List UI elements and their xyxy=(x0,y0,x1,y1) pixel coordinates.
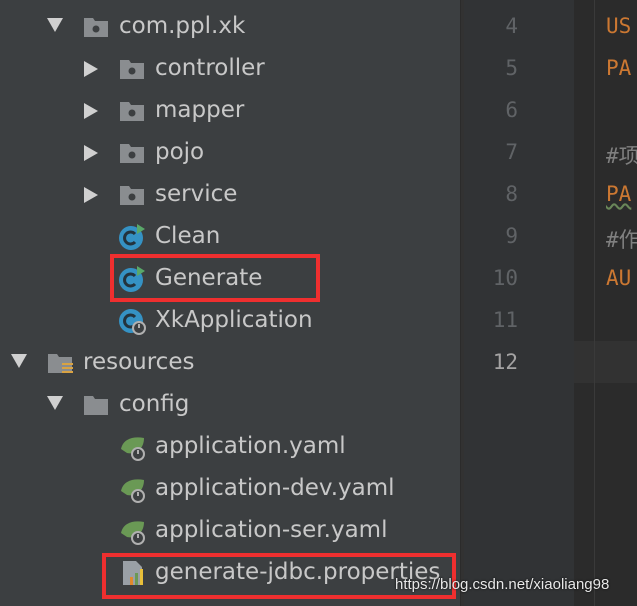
tree-row-config[interactable]: config xyxy=(0,383,460,425)
line-number: 4 xyxy=(505,14,518,38)
code-editor[interactable]: US PA #项 PA #作 AU xyxy=(574,0,637,606)
line-number: 11 xyxy=(492,308,518,332)
package-folder-icon xyxy=(118,181,146,209)
line-number: 5 xyxy=(505,56,518,80)
current-line-highlight xyxy=(574,341,637,383)
package-folder-icon xyxy=(82,13,110,41)
spring-config-leaf-icon xyxy=(118,517,146,545)
line-number-gutter: 4 5 6 7 8 9 10 11 12 xyxy=(464,0,574,606)
tree-row-label: mapper xyxy=(155,97,245,123)
chevron-right-icon[interactable] xyxy=(84,61,98,77)
tree-row-clean[interactable]: Clean xyxy=(0,215,460,257)
tree-row-resources[interactable]: resources xyxy=(0,341,460,383)
tree-row-mapper[interactable]: mapper xyxy=(0,89,460,131)
line-number: 9 xyxy=(505,224,518,248)
chevron-right-icon[interactable] xyxy=(84,103,98,119)
code-comment-line[interactable]: #项 xyxy=(606,140,637,170)
tree-row-controller[interactable]: controller xyxy=(0,47,460,89)
chevron-down-icon[interactable] xyxy=(11,354,27,368)
package-folder-icon xyxy=(118,139,146,167)
folder-icon xyxy=(82,391,110,419)
line-number-current: 12 xyxy=(492,350,518,374)
spring-config-leaf-icon xyxy=(118,475,146,503)
line-number: 10 xyxy=(492,266,518,290)
code-line[interactable]: US xyxy=(606,14,631,38)
tree-row-xkapplication[interactable]: XkApplication xyxy=(0,299,460,341)
tree-row-label: application.yaml xyxy=(155,433,346,459)
watermark-text: https://blog.csdn.net/xiaoliang98 xyxy=(395,576,610,593)
chevron-right-icon[interactable] xyxy=(84,145,98,161)
tree-row-service[interactable]: service xyxy=(0,173,460,215)
tree-row-label: resources xyxy=(83,349,195,375)
tree-row-label: application-ser.yaml xyxy=(155,517,388,543)
tree-row-label: XkApplication xyxy=(155,307,313,333)
line-number: 6 xyxy=(505,98,518,122)
chevron-down-icon[interactable] xyxy=(47,18,63,32)
package-folder-icon xyxy=(118,97,146,125)
code-line[interactable]: AU xyxy=(606,266,631,290)
tree-row-label: config xyxy=(119,391,190,417)
tree-row-com-ppl-xk[interactable]: com.ppl.xk xyxy=(0,5,460,47)
tree-row-application-dev-yaml[interactable]: application-dev.yaml xyxy=(0,467,460,509)
java-class-runnable-icon xyxy=(118,223,146,251)
spring-boot-application-icon xyxy=(118,307,146,335)
gutter-divider xyxy=(594,0,595,606)
line-number: 8 xyxy=(505,182,518,206)
code-comment-line[interactable]: #作 xyxy=(606,224,637,254)
tree-row-label: application-dev.yaml xyxy=(155,475,395,501)
tree-row-label: com.ppl.xk xyxy=(119,13,246,39)
package-folder-icon xyxy=(118,55,146,83)
tree-row-application-ser-yaml[interactable]: application-ser.yaml xyxy=(0,509,460,551)
tree-row-pojo[interactable]: pojo xyxy=(0,131,460,173)
tree-row-label: Clean xyxy=(155,223,221,249)
highlight-box-generate xyxy=(110,254,320,302)
tree-row-application-yaml[interactable]: application.yaml xyxy=(0,425,460,467)
project-tree-panel: com.ppl.xk controller mapper pojo servic… xyxy=(0,0,460,606)
tree-row-label: service xyxy=(155,181,238,207)
line-number: 7 xyxy=(505,140,518,164)
code-line[interactable]: PA xyxy=(606,182,631,206)
chevron-right-icon[interactable] xyxy=(84,187,98,203)
spring-config-leaf-icon xyxy=(118,433,146,461)
chevron-down-icon[interactable] xyxy=(47,396,63,410)
tree-row-label: controller xyxy=(155,55,265,81)
code-line[interactable]: PA xyxy=(606,56,631,80)
tree-row-label: pojo xyxy=(155,139,205,165)
resources-folder-icon xyxy=(46,349,74,377)
